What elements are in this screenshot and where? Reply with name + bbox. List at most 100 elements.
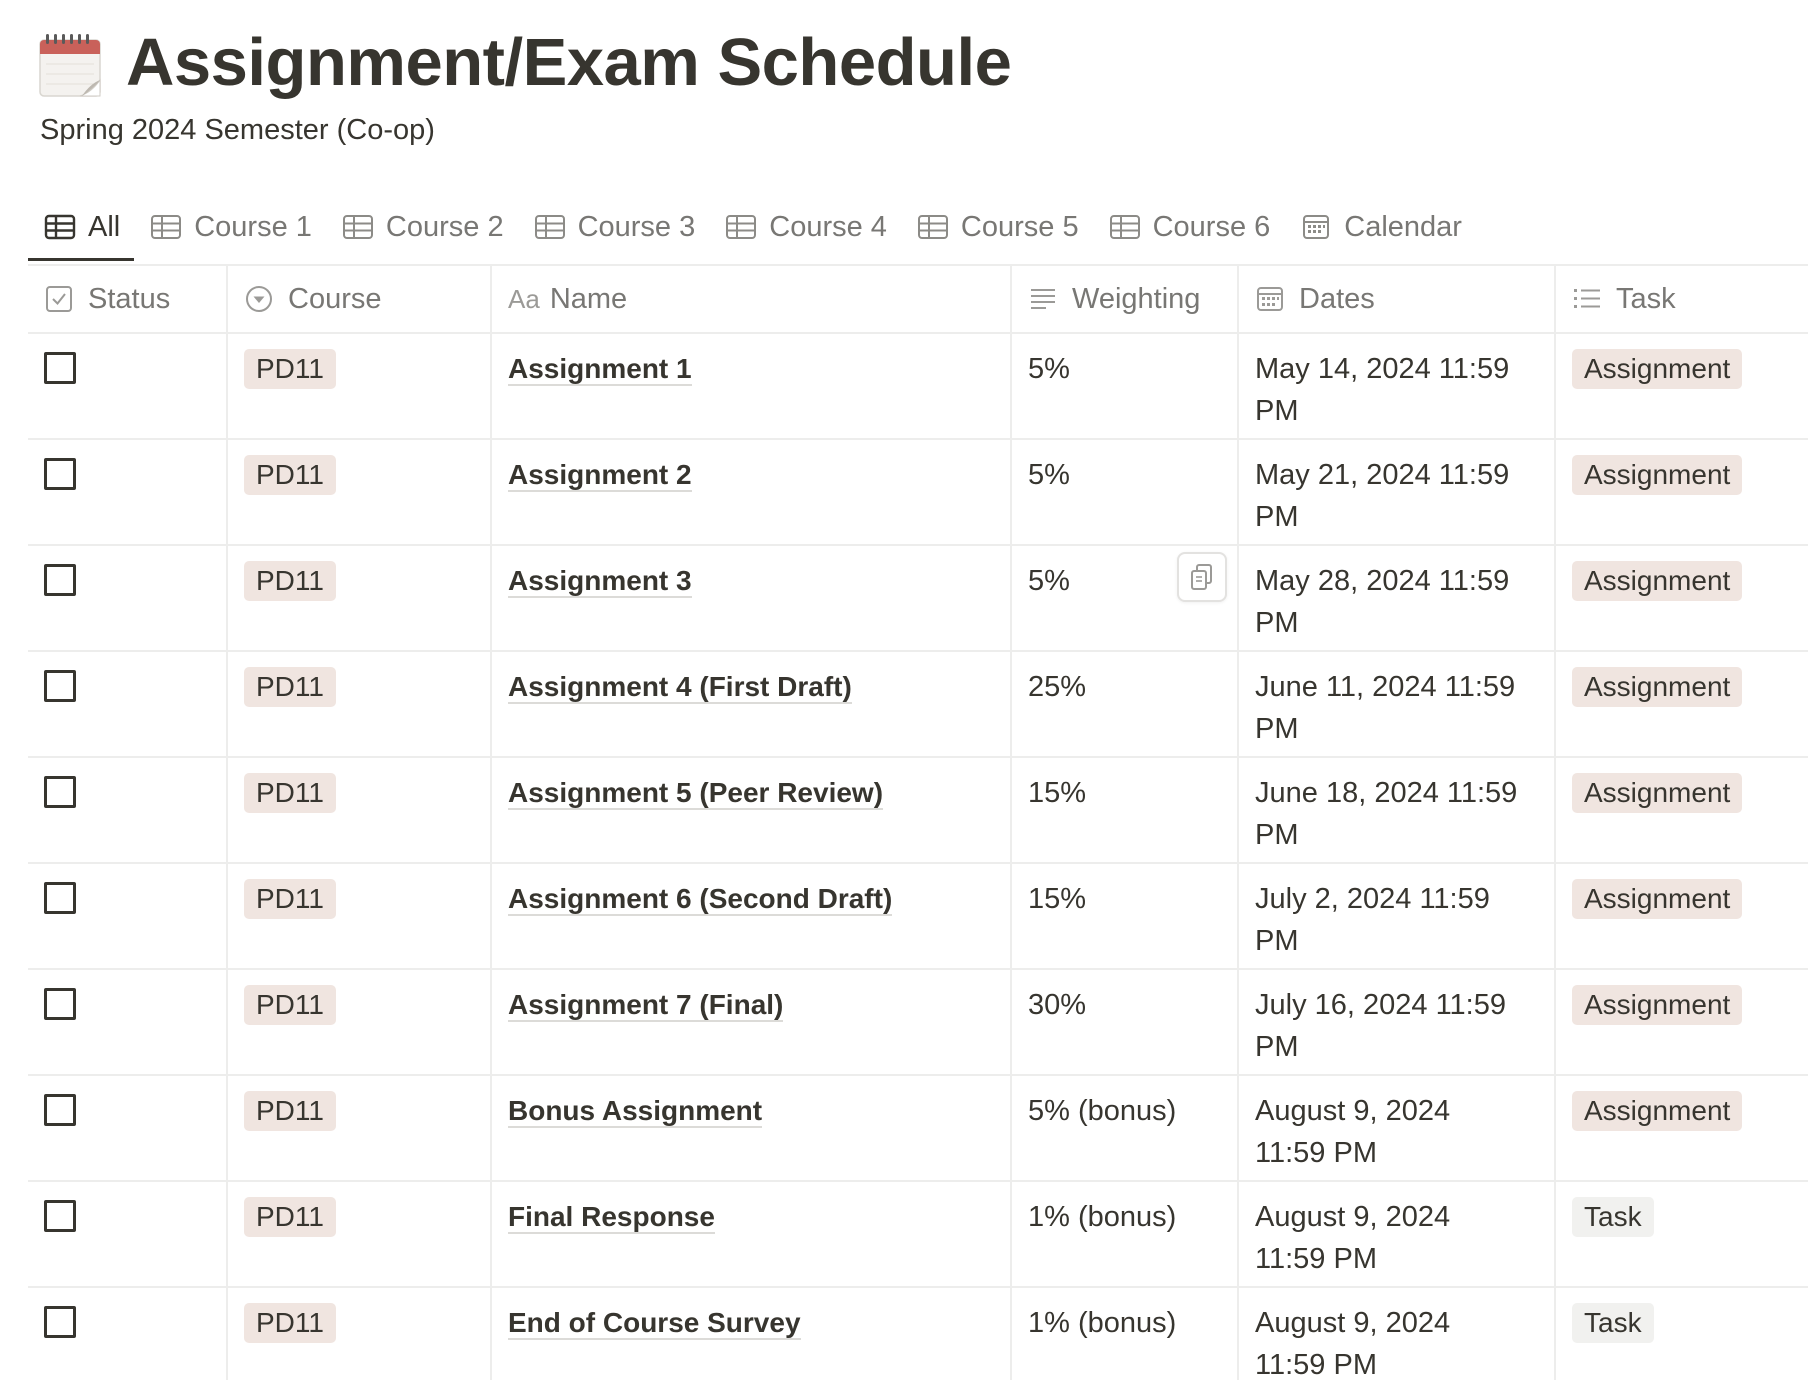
- status-checkbox[interactable]: [44, 352, 76, 384]
- dates-cell[interactable]: June 18, 2024 11:59 PM: [1238, 757, 1556, 864]
- table-row[interactable]: PD11 Assignment 4 (First Draft) 25% June 11…: [28, 651, 1808, 758]
- table-row[interactable]: PD11 Final Response 1% (bonus) August 9, 20…: [28, 1181, 1808, 1288]
- row-name-link[interactable]: Bonus Assignment: [508, 1095, 763, 1128]
- tab-course-5[interactable]: Course 5: [901, 202, 1093, 252]
- table-row[interactable]: PD11 Assignment 2 5% May 21, 2024 11:59 PM As…: [28, 439, 1808, 546]
- status-checkbox[interactable]: [44, 988, 76, 1020]
- name-cell[interactable]: Assignment 1: [491, 333, 1012, 440]
- row-name-link[interactable]: Assignment 3: [508, 565, 692, 598]
- name-cell[interactable]: Assignment 4 (First Draft): [491, 651, 1012, 758]
- name-cell[interactable]: Assignment 2: [491, 439, 1012, 546]
- row-name-link[interactable]: Assignment 1: [508, 353, 692, 386]
- status-checkbox[interactable]: [44, 458, 76, 490]
- calendar-icon[interactable]: [36, 32, 104, 100]
- page-title[interactable]: Assignment/Exam Schedule: [126, 24, 1012, 101]
- table-row[interactable]: PD11 End of Course Survey 1% (bonus) August…: [28, 1287, 1808, 1380]
- name-cell[interactable]: Assignment 7 (Final): [491, 969, 1012, 1076]
- course-cell[interactable]: PD11: [227, 969, 492, 1076]
- weighting-value: 5% (bonus): [1028, 1095, 1177, 1127]
- name-cell[interactable]: End of Course Survey: [491, 1287, 1012, 1380]
- weighting-cell[interactable]: 15%: [1011, 863, 1239, 970]
- table-row[interactable]: PD11 Assignment 1 5% May 14, 2024 11:59 PM As…: [28, 333, 1808, 440]
- course-cell[interactable]: PD11: [227, 863, 492, 970]
- row-name-link[interactable]: Assignment 6 (Second Draft): [508, 883, 893, 916]
- weighting-cell[interactable]: 15%: [1011, 757, 1239, 864]
- row-name-link[interactable]: Final Response: [508, 1201, 715, 1234]
- tab-course-4[interactable]: Course 4: [709, 202, 901, 252]
- row-name-link[interactable]: Assignment 5 (Peer Review): [508, 777, 884, 810]
- column-header-dates[interactable]: Dates: [1238, 265, 1556, 334]
- name-cell[interactable]: Assignment 3: [491, 545, 1012, 652]
- tab-course-3[interactable]: Course 3: [518, 202, 710, 252]
- row-name-link[interactable]: Assignment 2: [508, 459, 692, 492]
- tab-course-6[interactable]: Course 6: [1093, 202, 1285, 252]
- task-cell[interactable]: Assignment: [1555, 439, 1808, 546]
- column-header-task[interactable]: Task: [1555, 265, 1808, 334]
- dates-cell[interactable]: August 9, 2024 11:59 PM: [1238, 1287, 1556, 1380]
- task-cell[interactable]: Assignment: [1555, 333, 1808, 440]
- row-name-link[interactable]: Assignment 7 (Final): [508, 989, 784, 1022]
- tab-course-2[interactable]: Course 2: [326, 202, 518, 252]
- course-cell[interactable]: PD11: [227, 757, 492, 864]
- dates-cell[interactable]: June 11, 2024 11:59 PM: [1238, 651, 1556, 758]
- status-checkbox[interactable]: [44, 882, 76, 914]
- status-checkbox[interactable]: [44, 1306, 76, 1338]
- course-cell[interactable]: PD11: [227, 1075, 492, 1182]
- name-cell[interactable]: Final Response: [491, 1181, 1012, 1288]
- task-cell[interactable]: Assignment: [1555, 863, 1808, 970]
- task-cell[interactable]: Assignment: [1555, 1075, 1808, 1182]
- status-checkbox[interactable]: [44, 776, 76, 808]
- weighting-cell[interactable]: 30%: [1011, 969, 1239, 1076]
- weighting-cell[interactable]: 5%: [1011, 439, 1239, 546]
- dates-cell[interactable]: August 9, 2024 11:59 PM: [1238, 1181, 1556, 1288]
- row-name-link[interactable]: End of Course Survey: [508, 1307, 801, 1340]
- tab-calendar[interactable]: Calendar: [1284, 202, 1476, 252]
- column-header-name[interactable]: Aa Name: [491, 265, 1012, 334]
- column-header-status[interactable]: Status: [28, 265, 228, 334]
- table-row[interactable]: PD11 Bonus Assignment 5% (bonus) August 9, …: [28, 1075, 1808, 1182]
- course-cell[interactable]: PD11: [227, 1287, 492, 1380]
- task-cell[interactable]: Assignment: [1555, 651, 1808, 758]
- column-header-course[interactable]: Course: [227, 265, 492, 334]
- name-cell[interactable]: Assignment 6 (Second Draft): [491, 863, 1012, 970]
- name-cell[interactable]: Assignment 5 (Peer Review): [491, 757, 1012, 864]
- page-subtitle[interactable]: Spring 2024 Semester (Co-op): [40, 114, 435, 147]
- dates-cell[interactable]: May 21, 2024 11:59 PM: [1238, 439, 1556, 546]
- dates-cell[interactable]: May 14, 2024 11:59 PM: [1238, 333, 1556, 440]
- weighting-cell[interactable]: 5% (bonus): [1011, 1075, 1239, 1182]
- tab-all[interactable]: All: [28, 202, 135, 261]
- dates-cell[interactable]: July 16, 2024 11:59 PM: [1238, 969, 1556, 1076]
- task-cell[interactable]: Task: [1555, 1181, 1808, 1288]
- status-checkbox[interactable]: [44, 670, 76, 702]
- row-name-link[interactable]: Assignment 4 (First Draft): [508, 671, 852, 704]
- status-checkbox[interactable]: [44, 564, 76, 596]
- weighting-cell[interactable]: 1% (bonus): [1011, 1287, 1239, 1380]
- table-row[interactable]: PD11 Assignment 7 (Final) 30% July 16, 2024…: [28, 969, 1808, 1076]
- weighting-cell[interactable]: 1% (bonus): [1011, 1181, 1239, 1288]
- course-cell[interactable]: PD11: [227, 545, 492, 652]
- weighting-cell[interactable]: 5%: [1011, 333, 1239, 440]
- task-cell[interactable]: Assignment: [1555, 757, 1808, 864]
- status-checkbox[interactable]: [44, 1200, 76, 1232]
- tab-course-1[interactable]: Course 1: [134, 202, 326, 252]
- task-cell[interactable]: Task: [1555, 1287, 1808, 1380]
- table-row[interactable]: PD11 Assignment 5 (Peer Review) 15% June 18…: [28, 757, 1808, 864]
- course-cell[interactable]: PD11: [227, 439, 492, 546]
- table-row[interactable]: PD11 Assignment 3 5% May 28, 2024 11:59 PM As…: [28, 545, 1808, 652]
- copy-button[interactable]: [1177, 552, 1227, 602]
- column-header-weighting[interactable]: Weighting: [1011, 265, 1239, 334]
- weighting-cell[interactable]: 5%: [1011, 545, 1239, 652]
- task-cell[interactable]: Assignment: [1555, 969, 1808, 1076]
- course-cell[interactable]: PD11: [227, 651, 492, 758]
- dates-cell[interactable]: July 2, 2024 11:59 PM: [1238, 863, 1556, 970]
- table-icon: [342, 215, 373, 239]
- course-cell[interactable]: PD11: [227, 1181, 492, 1288]
- course-cell[interactable]: PD11: [227, 333, 492, 440]
- dates-cell[interactable]: August 9, 2024 11:59 PM: [1238, 1075, 1556, 1182]
- task-cell[interactable]: Assignment: [1555, 545, 1808, 652]
- name-cell[interactable]: Bonus Assignment: [491, 1075, 1012, 1182]
- dates-cell[interactable]: May 28, 2024 11:59 PM: [1238, 545, 1556, 652]
- weighting-cell[interactable]: 25%: [1011, 651, 1239, 758]
- table-row[interactable]: PD11 Assignment 6 (Second Draft) 15% July 2…: [28, 863, 1808, 970]
- status-checkbox[interactable]: [44, 1094, 76, 1126]
